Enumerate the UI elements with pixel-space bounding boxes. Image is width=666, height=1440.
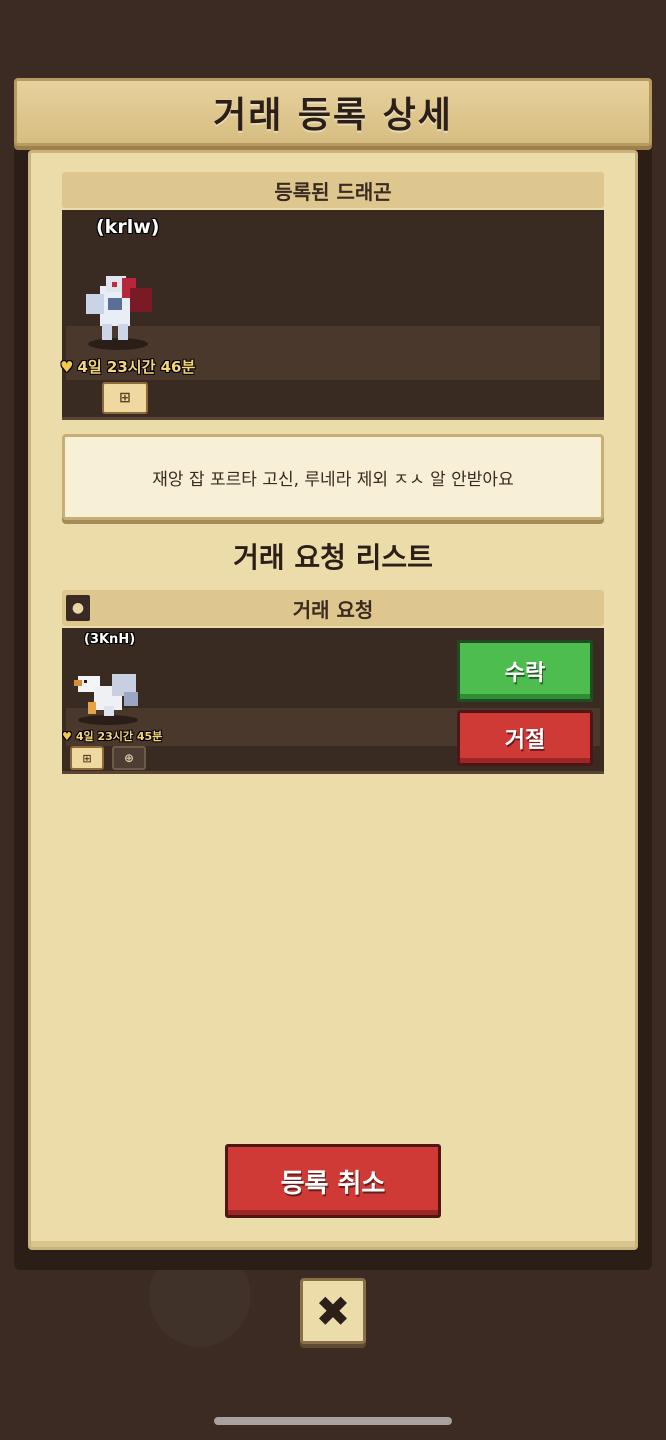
registered-note: 재앙 잡 포르타 고신, 루네라 제외 ㅈㅅ 알 안받아요 xyxy=(62,434,604,520)
request-dragon-sprite xyxy=(74,674,138,725)
registered-dragon-life-text: 4일 23시간 46분 xyxy=(77,358,196,376)
reject-button[interactable]: 거절 xyxy=(457,710,593,766)
registered-dragon-life: ♥ 4일 23시간 46분 xyxy=(60,356,195,377)
registered-dragon-sprite xyxy=(86,276,152,350)
request-list-header: ● 거래 요청 xyxy=(62,590,604,626)
request-list-title: 거래 요청 리스트 xyxy=(233,541,433,574)
element-tag-icon: ⊞ xyxy=(70,746,104,770)
heart-icon: ♥ xyxy=(60,357,74,376)
registered-dragon-name: (krlw) xyxy=(96,216,160,238)
registered-dragon-card[interactable]: (krlw) ♥ 4일 23시간 46분 ⊞ xyxy=(60,210,604,420)
request-dragon-name: (3KnH) xyxy=(84,632,136,647)
title-banner: 거래 등록 상세 xyxy=(14,78,652,146)
registered-dragon-header: 등록된 드래곤 xyxy=(62,172,604,208)
registered-note-text: 재앙 잡 포르타 고신, 루네라 제외 ㅈㅅ 알 안받아요 xyxy=(152,469,514,490)
user-icon: ● xyxy=(66,595,90,621)
element-tag-icon: ⊞ xyxy=(102,382,148,414)
page-title: 거래 등록 상세 xyxy=(213,95,453,136)
request-list-header-label: 거래 요청 xyxy=(292,597,374,622)
registered-dragon-header-label: 등록된 드래곤 xyxy=(274,179,392,204)
close-button[interactable]: ✖ xyxy=(300,1278,366,1344)
accept-button[interactable]: 수락 xyxy=(457,640,593,702)
request-dragon-life: ♥ 4일 23시간 45분 xyxy=(62,728,162,744)
close-icon: ✖ xyxy=(315,1286,351,1336)
home-indicator xyxy=(214,1417,452,1425)
request-dragon-life-text: 4일 23시간 45분 xyxy=(75,730,163,743)
reject-button-label: 거절 xyxy=(504,728,546,753)
accept-button-label: 수락 xyxy=(504,661,546,686)
target-tag-icon: ⊕ xyxy=(112,746,146,770)
cancel-registration-label: 등록 취소 xyxy=(280,1168,386,1199)
cancel-registration-button[interactable]: 등록 취소 xyxy=(225,1144,441,1218)
heart-icon: ♥ xyxy=(62,729,72,743)
